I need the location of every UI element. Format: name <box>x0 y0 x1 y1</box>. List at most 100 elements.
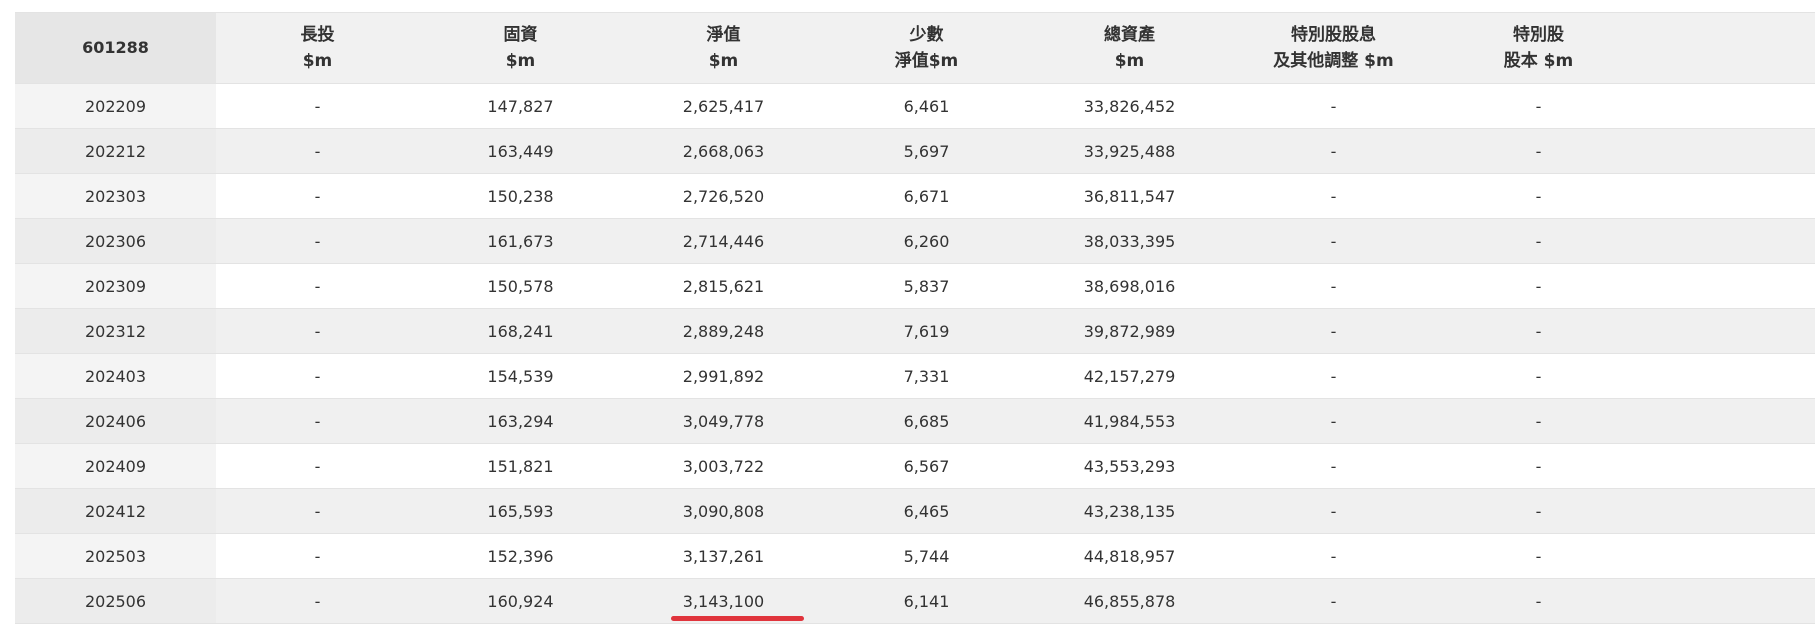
header-line2: 及其他調整 $m <box>1273 51 1394 71</box>
long-term-investment-cell: - <box>216 533 419 579</box>
empty-cell <box>1641 398 1815 444</box>
header-line2: 股本 $m <box>1503 51 1574 71</box>
minority-equity-cell: 6,685 <box>825 398 1028 444</box>
column-header-preferred-dividend-adjustment[interactable]: 特別股股息 及其他調整 $m <box>1231 12 1436 84</box>
net-worth-cell: 2,815,621 <box>622 263 825 309</box>
table-row: 202506-160,924 3,143,100 6,141 46,855,878- - <box>15 578 1815 624</box>
long-term-investment-cell: - <box>216 218 419 264</box>
period-cell: 202309 <box>15 263 216 309</box>
column-header-fixed-assets[interactable]: 固資 $m <box>419 12 622 84</box>
balance-sheet-table: 601288 長投 $m 固資 $m 淨值 $m 少數 淨值$m 總資產 $m … <box>15 12 1815 624</box>
header-line1: 少數 <box>909 25 944 45</box>
stock-symbol-header: 601288 <box>15 12 216 84</box>
period-cell: 202409 <box>15 443 216 489</box>
empty-cell <box>1641 83 1815 129</box>
table-row: 202209-147,827 2,625,417 6,461 33,826,452- - <box>15 83 1815 129</box>
total-assets-cell: 36,811,547 <box>1028 173 1231 219</box>
total-assets-cell: 38,698,016 <box>1028 263 1231 309</box>
empty-cell <box>1641 218 1815 264</box>
preferred-dividend-adjustment-cell: - <box>1231 488 1436 534</box>
net-worth-cell: 3,090,808 <box>622 488 825 534</box>
table-row: 202312-168,241 2,889,248 7,619 39,872,989- - <box>15 308 1815 354</box>
column-header-minority-equity[interactable]: 少數 淨值$m <box>825 12 1028 84</box>
column-header-preferred-capital[interactable]: 特別股 股本 $m <box>1436 12 1641 84</box>
total-assets-cell: 41,984,553 <box>1028 398 1231 444</box>
net-worth-cell: 3,143,100 <box>622 578 825 624</box>
minority-equity-cell: 6,141 <box>825 578 1028 624</box>
minority-equity-cell: 5,744 <box>825 533 1028 579</box>
period-cell: 202303 <box>15 173 216 219</box>
header-line2: 淨值$m <box>894 51 959 71</box>
fixed-assets-cell: 160,924 <box>419 578 622 624</box>
preferred-dividend-adjustment-cell: - <box>1231 173 1436 219</box>
period-cell: 202212 <box>15 128 216 174</box>
total-assets-cell: 46,855,878 <box>1028 578 1231 624</box>
long-term-investment-cell: - <box>216 83 419 129</box>
column-header-long-term-investment[interactable]: 長投 $m <box>216 12 419 84</box>
preferred-dividend-adjustment-cell: - <box>1231 533 1436 579</box>
long-term-investment-cell: - <box>216 578 419 624</box>
period-cell: 202403 <box>15 353 216 399</box>
empty-cell <box>1641 263 1815 309</box>
header-line2: $m <box>708 51 739 71</box>
preferred-capital-cell: - <box>1436 263 1641 309</box>
total-assets-cell: 38,033,395 <box>1028 218 1231 264</box>
preferred-dividend-adjustment-cell: - <box>1231 128 1436 174</box>
total-assets-cell: 39,872,989 <box>1028 308 1231 354</box>
header-line2: $m <box>505 51 536 71</box>
long-term-investment-cell: - <box>216 128 419 174</box>
net-worth-cell: 3,137,261 <box>622 533 825 579</box>
preferred-capital-cell: - <box>1436 128 1641 174</box>
header-line1: 總資產 <box>1104 25 1155 45</box>
total-assets-cell: 43,553,293 <box>1028 443 1231 489</box>
net-worth-cell: 2,668,063 <box>622 128 825 174</box>
preferred-dividend-adjustment-cell: - <box>1231 398 1436 444</box>
preferred-capital-cell: - <box>1436 443 1641 489</box>
empty-cell <box>1641 308 1815 354</box>
long-term-investment-cell: - <box>216 353 419 399</box>
header-line1: 特別股股息 <box>1291 25 1376 45</box>
preferred-dividend-adjustment-cell: - <box>1231 578 1436 624</box>
long-term-investment-cell: - <box>216 488 419 534</box>
period-cell: 202406 <box>15 398 216 444</box>
header-line1: 長投 <box>300 25 335 45</box>
minority-equity-cell: 7,619 <box>825 308 1028 354</box>
minority-equity-cell: 7,331 <box>825 353 1028 399</box>
header-line1: 淨值 <box>706 25 741 45</box>
fixed-assets-cell: 165,593 <box>419 488 622 534</box>
preferred-capital-cell: - <box>1436 308 1641 354</box>
long-term-investment-cell: - <box>216 308 419 354</box>
column-header-total-assets[interactable]: 總資產 $m <box>1028 12 1231 84</box>
long-term-investment-cell: - <box>216 173 419 219</box>
table-row: 202503-152,396 3,137,261 5,744 44,818,957- - <box>15 533 1815 579</box>
table-row: 202412-165,593 3,090,808 6,465 43,238,135- - <box>15 488 1815 534</box>
minority-equity-cell: 5,697 <box>825 128 1028 174</box>
preferred-dividend-adjustment-cell: - <box>1231 308 1436 354</box>
fixed-assets-cell: 147,827 <box>419 83 622 129</box>
net-worth-cell: 2,889,248 <box>622 308 825 354</box>
table-row: 202403-154,539 2,991,892 7,331 42,157,279- - <box>15 353 1815 399</box>
preferred-dividend-adjustment-cell: - <box>1231 218 1436 264</box>
minority-equity-cell: 6,465 <box>825 488 1028 534</box>
table-header: 601288 長投 $m 固資 $m 淨值 $m 少數 淨值$m 總資產 $m … <box>15 12 1815 84</box>
preferred-dividend-adjustment-cell: - <box>1231 263 1436 309</box>
table-row: 202303-150,238 2,726,520 6,671 36,811,547- - <box>15 173 1815 219</box>
net-worth-cell: 2,991,892 <box>622 353 825 399</box>
net-worth-cell: 2,625,417 <box>622 83 825 129</box>
long-term-investment-cell: - <box>216 263 419 309</box>
empty-cell <box>1641 443 1815 489</box>
period-cell: 202503 <box>15 533 216 579</box>
fixed-assets-cell: 161,673 <box>419 218 622 264</box>
long-term-investment-cell: - <box>216 443 419 489</box>
minority-equity-cell: 6,671 <box>825 173 1028 219</box>
header-line1: 特別股 <box>1513 25 1564 45</box>
column-header-net-worth[interactable]: 淨值 $m <box>622 12 825 84</box>
financial-table-container: 601288 長投 $m 固資 $m 淨值 $m 少數 淨值$m 總資產 $m … <box>15 12 1815 624</box>
period-cell: 202306 <box>15 218 216 264</box>
fixed-assets-cell: 168,241 <box>419 308 622 354</box>
preferred-capital-cell: - <box>1436 83 1641 129</box>
header-row: 601288 長投 $m 固資 $m 淨值 $m 少數 淨值$m 總資產 $m … <box>15 12 1815 84</box>
fixed-assets-cell: 163,294 <box>419 398 622 444</box>
preferred-dividend-adjustment-cell: - <box>1231 353 1436 399</box>
minority-equity-cell: 6,461 <box>825 83 1028 129</box>
